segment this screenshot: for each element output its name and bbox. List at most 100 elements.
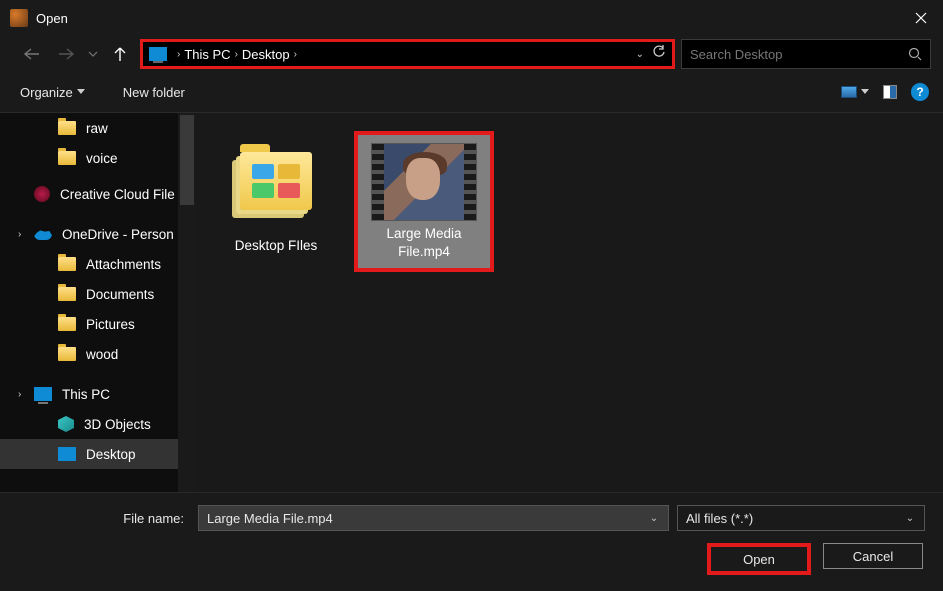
tree-item[interactable]: Documents <box>0 279 196 309</box>
tree-item-label: Creative Cloud File <box>60 187 175 202</box>
folder-icon <box>240 152 312 210</box>
breadcrumb-sep-icon: › <box>235 49 238 60</box>
folder-icon <box>58 287 76 301</box>
help-icon: ? <box>916 85 923 99</box>
tree-item[interactable]: wood <box>0 339 196 369</box>
chevron-down-icon <box>77 89 85 95</box>
close-button[interactable] <box>903 4 939 32</box>
folder-icon <box>58 151 76 165</box>
file-list[interactable]: Desktop FIles Large Media File.mp4 <box>196 113 943 492</box>
close-icon <box>915 12 927 24</box>
breadcrumb-seg-0[interactable]: This PC <box>184 47 230 62</box>
chevron-down-icon <box>88 50 98 58</box>
tree-item-label: This PC <box>62 387 110 402</box>
toolbar: Organize New folder ? <box>0 72 943 112</box>
chevron-down-icon: ⌄ <box>904 513 916 524</box>
search-icon <box>908 47 922 61</box>
arrow-left-icon <box>23 47 41 61</box>
file-item-label: Large Media File.mp4 <box>368 225 480 260</box>
folder-icon <box>58 121 76 135</box>
tree-item-label: raw <box>86 121 108 136</box>
arrow-right-icon <box>57 47 75 61</box>
tree-item[interactable]: Pictures <box>0 309 196 339</box>
chevron-right-icon: › <box>18 229 21 240</box>
organize-label: Organize <box>20 85 73 100</box>
tree-item-label: Desktop <box>86 447 136 462</box>
app-icon <box>10 9 28 27</box>
organize-menu[interactable]: Organize <box>20 85 85 100</box>
breadcrumb-seg-1[interactable]: Desktop <box>242 47 290 62</box>
tree-item[interactable]: voice <box>0 143 196 173</box>
tree-item-label: wood <box>86 347 118 362</box>
preview-pane-icon <box>883 85 897 99</box>
recent-dropdown[interactable] <box>86 40 100 68</box>
filename-value: Large Media File.mp4 <box>207 511 333 526</box>
tree-item-label: Documents <box>86 287 154 302</box>
tree-item[interactable]: › OneDrive - Person <box>0 219 196 249</box>
search-input[interactable]: Search Desktop <box>681 39 931 69</box>
breadcrumb-sep-icon: › <box>294 49 297 60</box>
view-mode-button[interactable] <box>841 86 869 98</box>
title-bar: Open <box>0 0 943 36</box>
creative-cloud-icon <box>34 186 50 202</box>
back-button[interactable] <box>18 40 46 68</box>
filename-label: File name: <box>18 511 190 526</box>
open-button-label: Open <box>743 552 775 567</box>
body-area: raw voice Creative Cloud File › OneDrive - P… <box>0 112 943 492</box>
tree-item-label: OneDrive - Person <box>62 227 174 242</box>
thispc-icon <box>149 47 167 61</box>
new-folder-button[interactable]: New folder <box>123 85 185 100</box>
cancel-button-label: Cancel <box>853 549 893 564</box>
tree-item-label: voice <box>86 151 118 166</box>
3d-objects-icon <box>58 416 74 432</box>
new-folder-label: New folder <box>123 85 185 100</box>
tree-item[interactable]: Desktop <box>0 439 196 469</box>
folder-icon <box>58 347 76 361</box>
video-thumbnail-icon <box>371 143 477 221</box>
button-row: Open Cancel <box>18 543 925 575</box>
thumbnails-icon <box>841 86 857 98</box>
cancel-button[interactable]: Cancel <box>823 543 923 569</box>
arrow-up-icon <box>113 46 127 62</box>
filter-label: All files (*.*) <box>686 511 753 526</box>
help-button[interactable]: ? <box>911 83 929 101</box>
tree-item[interactable]: Creative Cloud File <box>0 179 196 209</box>
file-item-folder[interactable]: Desktop FIles <box>216 131 336 255</box>
file-item-label: Desktop FIles <box>235 237 318 255</box>
tree-item[interactable]: 3D Objects <box>0 409 196 439</box>
filename-row: File name: Large Media File.mp4 ⌄ All fi… <box>18 505 925 531</box>
navigation-row: › This PC › Desktop › ⌄ Search Desktop <box>0 36 943 72</box>
open-button[interactable]: Open <box>707 543 811 575</box>
tree-item[interactable]: Attachments <box>0 249 196 279</box>
folder-icon <box>58 317 76 331</box>
tree-item-label: Attachments <box>86 257 161 272</box>
tree-item[interactable]: raw <box>0 113 196 143</box>
preview-pane-button[interactable] <box>883 85 897 99</box>
refresh-icon <box>652 45 666 59</box>
breadcrumb-sep-icon: › <box>177 49 180 60</box>
file-type-filter[interactable]: All files (*.*) ⌄ <box>677 505 925 531</box>
chevron-down-icon[interactable]: ⌄ <box>648 513 660 524</box>
file-item-video[interactable]: Large Media File.mp4 <box>364 131 484 272</box>
tree-item-label: 3D Objects <box>84 417 151 432</box>
forward-button[interactable] <box>52 40 80 68</box>
desktop-icon <box>58 447 76 461</box>
filename-input[interactable]: Large Media File.mp4 ⌄ <box>198 505 669 531</box>
folder-icon <box>58 257 76 271</box>
up-button[interactable] <box>106 40 134 68</box>
window-title: Open <box>36 11 903 26</box>
address-bar[interactable]: › This PC › Desktop › ⌄ <box>140 39 675 69</box>
thispc-icon <box>34 387 52 401</box>
search-placeholder: Search Desktop <box>690 47 908 62</box>
chevron-right-icon: › <box>18 389 21 400</box>
address-dropdown[interactable]: ⌄ <box>636 49 644 60</box>
sidebar-scrollbar[interactable] <box>178 113 196 492</box>
refresh-button[interactable] <box>652 45 666 63</box>
chevron-down-icon <box>861 89 869 95</box>
tree-item-label: Pictures <box>86 317 135 332</box>
scrollbar-thumb[interactable] <box>180 115 194 205</box>
footer: File name: Large Media File.mp4 ⌄ All fi… <box>0 492 943 589</box>
tree-item[interactable]: › This PC <box>0 379 196 409</box>
onedrive-icon <box>34 228 52 240</box>
navigation-tree: raw voice Creative Cloud File › OneDrive - P… <box>0 113 196 492</box>
